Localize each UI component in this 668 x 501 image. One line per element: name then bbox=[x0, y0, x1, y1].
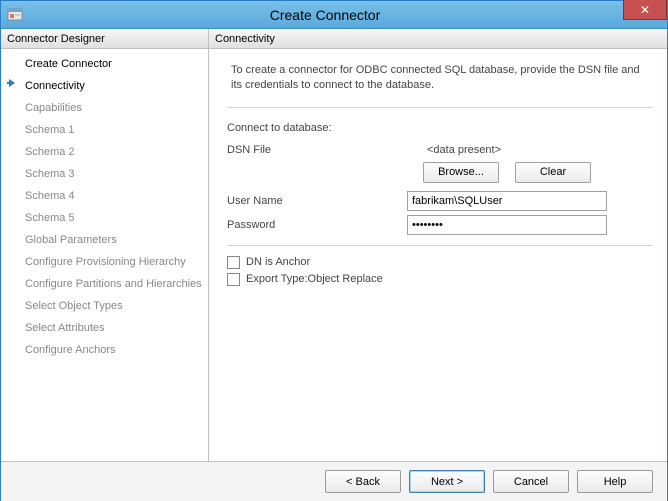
dsn-button-row: Browse... Clear bbox=[423, 162, 653, 183]
right-panel: Connectivity To create a connector for O… bbox=[209, 29, 667, 461]
nav-item-schema4[interactable]: Schema 4 bbox=[5, 185, 208, 207]
close-icon: ✕ bbox=[640, 3, 650, 17]
nav-item-label: Select Object Types bbox=[25, 300, 123, 312]
dn-anchor-row: DN is Anchor bbox=[227, 256, 653, 269]
right-body: To create a connector for ODBC connected… bbox=[209, 49, 667, 461]
left-panel: Connector Designer Create Connector Conn… bbox=[1, 29, 209, 461]
nav-item-connectivity[interactable]: Connectivity bbox=[5, 75, 208, 97]
nav-list: Create Connector Connectivity Capabiliti… bbox=[1, 49, 208, 461]
password-input[interactable] bbox=[407, 215, 607, 235]
nav-item-label: Schema 5 bbox=[25, 212, 75, 224]
next-button[interactable]: Next > bbox=[409, 470, 485, 493]
nav-item-label: Configure Partitions and Hierarchies bbox=[25, 278, 202, 290]
back-button[interactable]: < Back bbox=[325, 470, 401, 493]
nav-item-anchors[interactable]: Configure Anchors bbox=[5, 339, 208, 361]
dn-anchor-label: DN is Anchor bbox=[246, 256, 310, 268]
username-label: User Name bbox=[227, 195, 407, 207]
export-type-checkbox[interactable] bbox=[227, 273, 240, 286]
nav-item-attributes[interactable]: Select Attributes bbox=[5, 317, 208, 339]
nav-item-label: Select Attributes bbox=[25, 322, 105, 334]
username-input[interactable] bbox=[407, 191, 607, 211]
dsn-row: DSN File <data present> bbox=[227, 144, 653, 156]
close-button[interactable]: ✕ bbox=[623, 0, 667, 20]
main-content: Connector Designer Create Connector Conn… bbox=[1, 29, 667, 461]
nav-item-label: Configure Provisioning Hierarchy bbox=[25, 256, 186, 268]
app-icon bbox=[7, 7, 23, 23]
right-panel-header: Connectivity bbox=[209, 29, 667, 49]
nav-item-global-params[interactable]: Global Parameters bbox=[5, 229, 208, 251]
cancel-button[interactable]: Cancel bbox=[493, 470, 569, 493]
nav-item-schema2[interactable]: Schema 2 bbox=[5, 141, 208, 163]
window-title: Create Connector bbox=[23, 7, 667, 23]
description-text: To create a connector for ODBC connected… bbox=[227, 55, 653, 108]
title-bar: Create Connector ✕ bbox=[1, 1, 667, 29]
password-label: Password bbox=[227, 219, 407, 231]
password-row: Password bbox=[227, 215, 653, 235]
nav-item-label: Schema 3 bbox=[25, 168, 75, 180]
username-row: User Name bbox=[227, 191, 653, 211]
clear-button[interactable]: Clear bbox=[515, 162, 591, 183]
dsn-file-value: <data present> bbox=[427, 144, 501, 156]
nav-item-label: Schema 2 bbox=[25, 146, 75, 158]
left-panel-header: Connector Designer bbox=[1, 29, 208, 49]
nav-item-capabilities[interactable]: Capabilities bbox=[5, 97, 208, 119]
connect-db-label: Connect to database: bbox=[227, 122, 653, 134]
nav-item-label: Configure Anchors bbox=[25, 344, 116, 356]
nav-item-schema3[interactable]: Schema 3 bbox=[5, 163, 208, 185]
dsn-file-label: DSN File bbox=[227, 144, 407, 156]
nav-item-schema5[interactable]: Schema 5 bbox=[5, 207, 208, 229]
nav-item-label: Global Parameters bbox=[25, 234, 117, 246]
help-button[interactable]: Help bbox=[577, 470, 653, 493]
dn-anchor-checkbox[interactable] bbox=[227, 256, 240, 269]
nav-item-label: Connectivity bbox=[25, 80, 85, 92]
nav-item-create-connector[interactable]: Create Connector bbox=[5, 53, 208, 75]
nav-item-partitions[interactable]: Configure Partitions and Hierarchies bbox=[5, 273, 208, 295]
divider bbox=[227, 245, 653, 246]
nav-item-label: Create Connector bbox=[25, 58, 112, 70]
nav-item-provisioning[interactable]: Configure Provisioning Hierarchy bbox=[5, 251, 208, 273]
nav-item-object-types[interactable]: Select Object Types bbox=[5, 295, 208, 317]
nav-item-label: Schema 1 bbox=[25, 124, 75, 136]
footer-bar: < Back Next > Cancel Help bbox=[1, 461, 667, 501]
browse-button[interactable]: Browse... bbox=[423, 162, 499, 183]
nav-item-label: Capabilities bbox=[25, 102, 82, 114]
nav-item-schema1[interactable]: Schema 1 bbox=[5, 119, 208, 141]
export-type-label: Export Type:Object Replace bbox=[246, 273, 383, 285]
export-type-row: Export Type:Object Replace bbox=[227, 273, 653, 286]
nav-item-label: Schema 4 bbox=[25, 190, 75, 202]
